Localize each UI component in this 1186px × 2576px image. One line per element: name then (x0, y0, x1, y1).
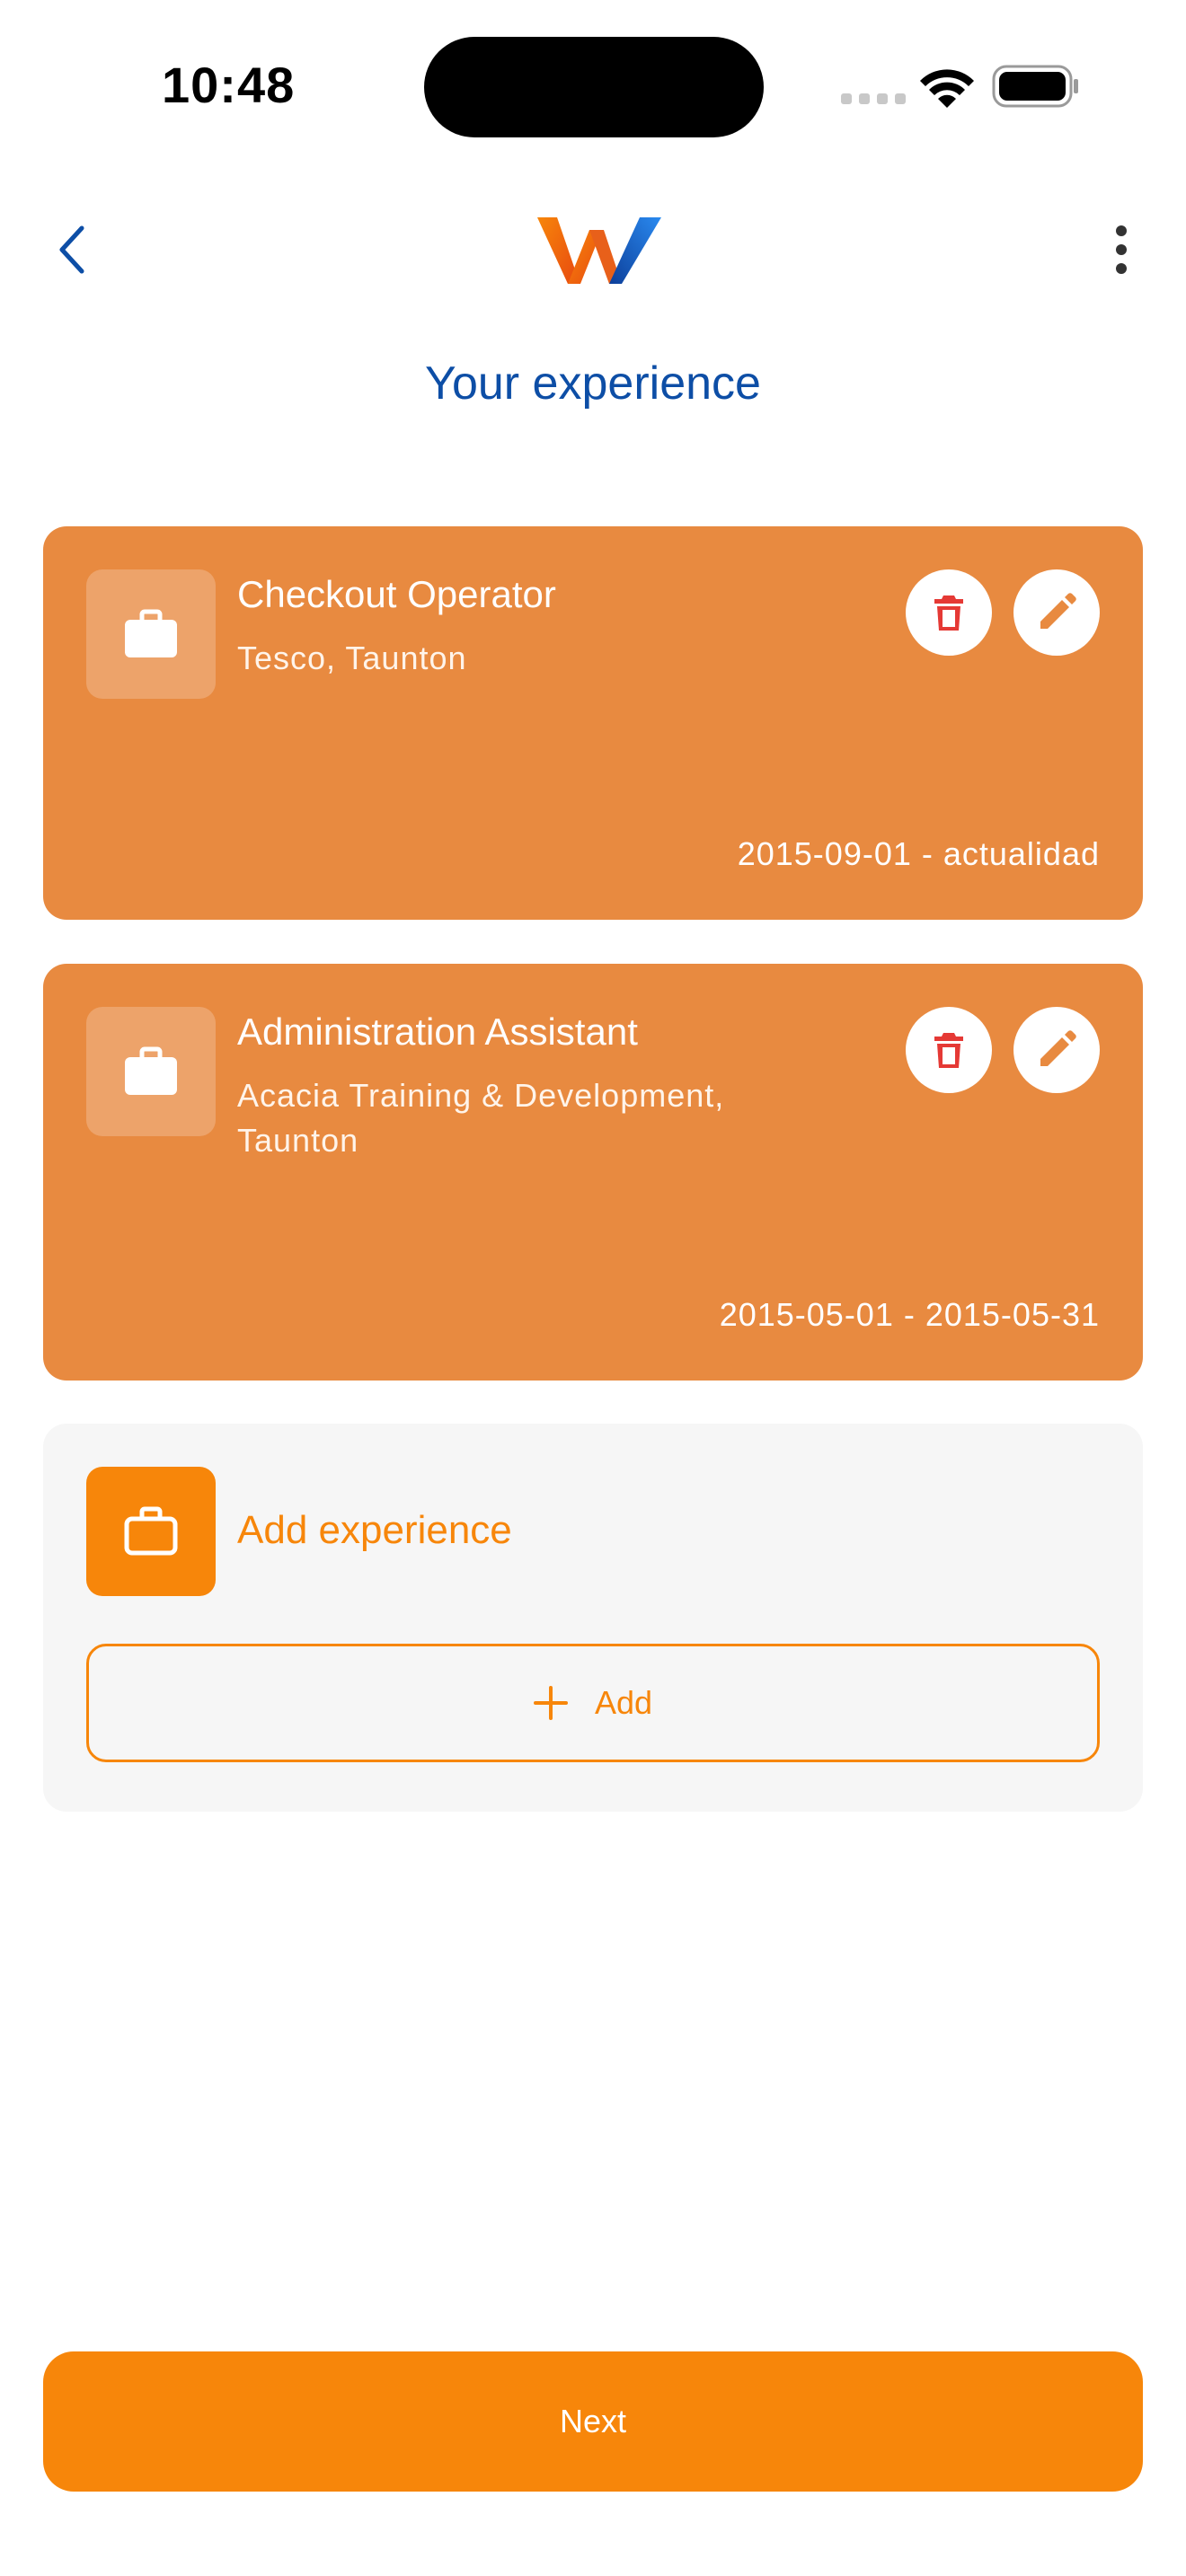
back-button[interactable] (47, 223, 97, 277)
briefcase-icon (125, 609, 177, 657)
add-experience-panel: Add experience Add (43, 1424, 1143, 1812)
experience-dates: 2015-09-01 - actualidad (737, 835, 1100, 872)
experience-card[interactable]: Checkout Operator Tesco, Taunton 2015-09… (43, 526, 1143, 920)
briefcase-icon (125, 1046, 177, 1095)
add-button-label: Add (594, 1684, 653, 1721)
edit-experience-button[interactable] (1013, 1007, 1100, 1093)
briefcase-outline-icon (124, 1506, 178, 1556)
trash-icon (934, 595, 963, 631)
status-time: 10:48 (162, 57, 296, 113)
add-experience-button[interactable]: Add (86, 1644, 1100, 1762)
battery-icon (992, 65, 1078, 108)
company-location: Tesco, Taunton (237, 640, 467, 676)
experience-card[interactable]: Administration Assistant Acacia Training… (43, 964, 1143, 1381)
experience-dates: 2015-05-01 - 2015-05-31 (719, 1296, 1100, 1333)
next-button[interactable]: Next (43, 2351, 1143, 2492)
wifi-icon (920, 69, 974, 108)
trash-icon (934, 1033, 963, 1068)
company-location: Acacia Training & Development, Taunton (237, 1077, 725, 1159)
experience-icon-tile (86, 1007, 216, 1136)
plus-icon (533, 1686, 568, 1720)
pencil-icon (1040, 593, 1076, 629)
cellular-signal-icon (841, 93, 906, 104)
pencil-icon (1040, 1030, 1076, 1066)
add-experience-heading: Add experience (237, 1508, 512, 1552)
chevron-left-icon (59, 225, 84, 274)
add-experience-icon-tile (86, 1467, 216, 1596)
job-title: Administration Assistant (237, 1010, 638, 1053)
more-options-button[interactable] (1098, 223, 1145, 277)
experience-icon-tile (86, 569, 216, 699)
next-button-label: Next (559, 2403, 627, 2439)
w-logo-icon (537, 217, 661, 284)
delete-experience-button[interactable] (906, 1007, 992, 1093)
page-title: Your experience (425, 357, 761, 410)
dynamic-island (424, 37, 764, 137)
edit-experience-button[interactable] (1013, 569, 1100, 656)
job-title: Checkout Operator (237, 573, 556, 615)
delete-experience-button[interactable] (906, 569, 992, 656)
